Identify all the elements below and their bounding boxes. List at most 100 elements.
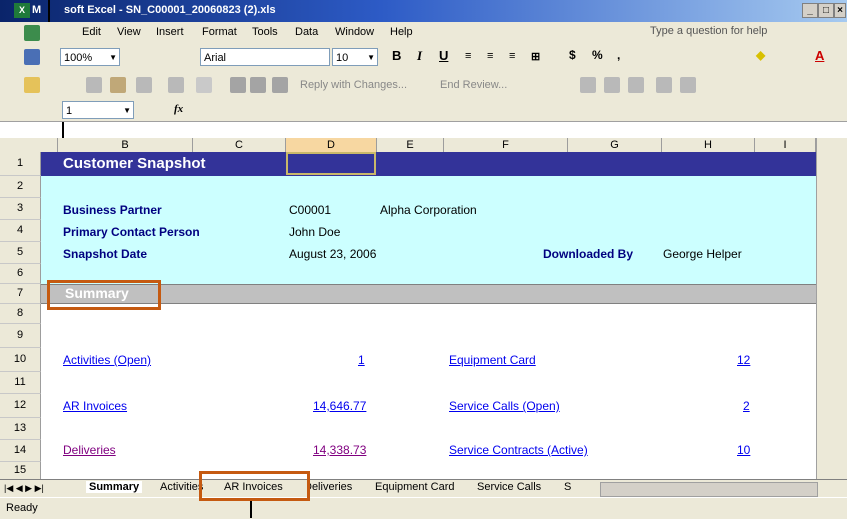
align-left-icon[interactable]: ≡ <box>465 50 471 62</box>
zoom-select[interactable]: 100% ▼ <box>60 48 120 66</box>
link-equipment-card-value[interactable]: 12 <box>737 353 750 367</box>
column-header-g[interactable]: G <box>568 138 662 152</box>
business-partner-name: Alpha Corporation <box>380 203 477 217</box>
link-ar-invoices[interactable]: AR Invoices <box>63 399 127 413</box>
toolbar-icon[interactable] <box>628 77 644 93</box>
menu-tools[interactable]: Tools <box>252 26 278 38</box>
contact-label: Primary Contact Person <box>63 225 200 239</box>
excel-app-icon[interactable]: X <box>14 3 30 18</box>
menu-edit[interactable]: Edit <box>82 26 101 38</box>
column-header-b[interactable]: B <box>58 138 193 152</box>
font-select[interactable]: Arial <box>200 48 330 66</box>
toolbar-icon[interactable] <box>86 77 102 93</box>
underline-button[interactable]: U <box>439 48 448 63</box>
tab-service-calls[interactable]: Service Calls <box>477 481 541 493</box>
fill-color-icon[interactable]: ◆ <box>756 48 765 62</box>
row-header[interactable]: 12 <box>0 394 41 418</box>
toolbar-icon[interactable] <box>110 77 126 93</box>
status-text: Ready <box>6 502 38 514</box>
toolbar-icon[interactable] <box>656 77 672 93</box>
ask-question-box[interactable]: Type a question for help <box>650 25 767 37</box>
merge-center-icon[interactable]: ⊞ <box>531 50 540 63</box>
column-header-i[interactable]: I <box>755 138 816 152</box>
bold-button[interactable]: B <box>392 48 401 63</box>
column-header-f[interactable]: F <box>444 138 568 152</box>
row-header[interactable]: 3 <box>0 198 41 220</box>
business-partner-label: Business Partner <box>63 203 162 217</box>
column-header-c[interactable]: C <box>193 138 286 152</box>
toolbar-icon[interactable] <box>196 77 212 93</box>
annotation-line <box>48 0 50 22</box>
menu-data[interactable]: Data <box>295 26 318 38</box>
currency-button[interactable]: $ <box>569 48 576 62</box>
row-header[interactable]: 15 <box>0 462 41 480</box>
toolbar-icon[interactable] <box>272 77 288 93</box>
font-color-icon[interactable]: A <box>815 48 824 63</box>
vertical-scrollbar[interactable] <box>816 138 847 479</box>
link-service-contracts-active[interactable]: Service Contracts (Active) <box>449 443 588 457</box>
horizontal-scrollbar[interactable] <box>600 482 818 497</box>
summary-highlight-box <box>47 280 161 310</box>
row-header[interactable]: 10 <box>0 348 41 372</box>
close-button[interactable]: × <box>834 3 846 18</box>
row-header[interactable]: 4 <box>0 220 41 242</box>
tab-deliveries[interactable]: Deliveries <box>310 481 365 493</box>
row-header[interactable]: 2 <box>0 176 41 198</box>
link-activities-open-value[interactable]: 1 <box>358 353 365 367</box>
link-service-calls-open[interactable]: Service Calls (Open) <box>449 399 560 413</box>
tab-activities[interactable]: Activities <box>160 481 203 493</box>
row-header[interactable]: 7 <box>0 284 41 304</box>
maximize-button[interactable]: □ <box>818 3 834 18</box>
menu-view[interactable]: View <box>117 26 141 38</box>
tab-equipment-card[interactable]: Equipment Card <box>375 481 455 493</box>
row-header[interactable]: 13 <box>0 418 41 440</box>
toolbar-icon[interactable] <box>250 77 266 93</box>
row-header[interactable]: 6 <box>0 264 41 284</box>
minimize-button[interactable]: _ <box>802 3 818 18</box>
open-folder-icon[interactable] <box>24 77 40 93</box>
formula-bar: 1 ▼ fx <box>0 100 847 122</box>
name-box[interactable]: 1 ▼ <box>62 101 134 119</box>
save-icon[interactable] <box>24 49 40 65</box>
toolbar-icon[interactable] <box>168 77 184 93</box>
menu-insert[interactable]: Insert <box>156 26 184 38</box>
row-header[interactable]: 9 <box>0 324 41 348</box>
row-header[interactable]: 14 <box>0 440 41 462</box>
link-equipment-card[interactable]: Equipment Card <box>449 353 536 367</box>
menu-window[interactable]: Window <box>335 26 374 38</box>
insert-function-icon[interactable]: fx <box>174 103 183 115</box>
comma-button[interactable]: , <box>617 48 620 62</box>
workbook-icon[interactable] <box>24 25 40 41</box>
toolbar-icon[interactable] <box>604 77 620 93</box>
link-service-calls-open-value[interactable]: 2 <box>743 399 750 413</box>
row-header[interactable]: 1 <box>0 152 41 176</box>
align-center-icon[interactable]: ≡ <box>487 50 493 62</box>
font-size-select[interactable]: 10 ▼ <box>332 48 378 66</box>
menu-help[interactable]: Help <box>390 26 413 38</box>
italic-button[interactable]: I <box>417 48 422 64</box>
toolbar-icon[interactable] <box>680 77 696 93</box>
link-activities-open[interactable]: Activities (Open) <box>63 353 151 367</box>
row-header[interactable]: 11 <box>0 372 41 394</box>
percent-button[interactable]: % <box>592 48 603 62</box>
select-all-corner[interactable] <box>0 138 58 152</box>
reply-with-changes-button[interactable]: Reply with Changes... <box>300 79 407 91</box>
first-sheet-nav-icon[interactable]: |◀ ◀ ▶ ▶| <box>4 483 44 494</box>
menu-format[interactable]: Format <box>202 26 237 38</box>
link-ar-invoices-value[interactable]: 14,646.77 <box>313 399 366 413</box>
link-deliveries-value[interactable]: 14,338.73 <box>313 443 366 457</box>
tab-summary[interactable]: Summary <box>86 481 143 493</box>
toolbar-icon[interactable] <box>230 77 246 93</box>
align-right-icon[interactable]: ≡ <box>509 50 515 62</box>
tab-more[interactable]: S <box>564 481 571 493</box>
link-service-contracts-active-value[interactable]: 10 <box>737 443 750 457</box>
column-header-h[interactable]: H <box>662 138 755 152</box>
row-header[interactable]: 8 <box>0 304 41 324</box>
link-deliveries[interactable]: Deliveries <box>63 443 116 457</box>
selected-cell[interactable] <box>286 152 376 175</box>
end-review-button[interactable]: End Review... <box>440 79 507 91</box>
column-header-e[interactable]: E <box>377 138 444 152</box>
toolbar-icon[interactable] <box>580 77 596 93</box>
toolbar-icon[interactable] <box>136 77 152 93</box>
row-header[interactable]: 5 <box>0 242 41 264</box>
